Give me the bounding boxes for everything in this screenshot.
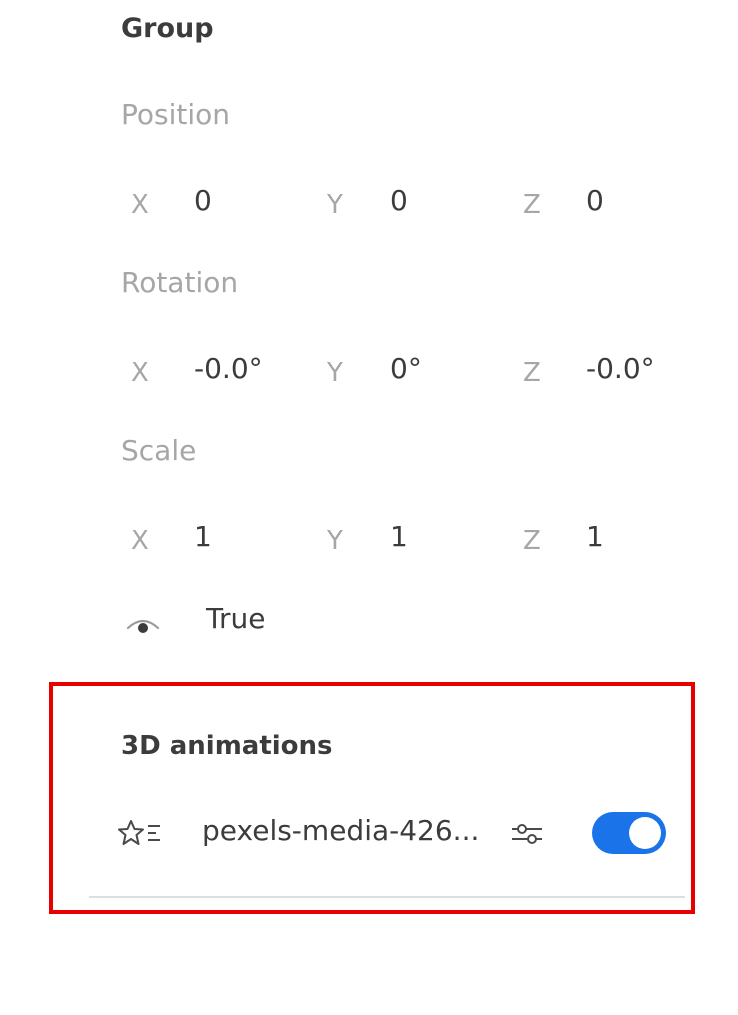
position-x-axis-label: X bbox=[131, 190, 149, 220]
rotation-y-value[interactable]: 0° bbox=[390, 352, 422, 385]
position-y-axis-label: Y bbox=[327, 190, 343, 220]
position-y-value[interactable]: 0 bbox=[390, 184, 408, 217]
star-list-icon bbox=[118, 820, 160, 845]
rotation-z-value[interactable]: -0.0° bbox=[586, 352, 655, 385]
rotation-label: Rotation bbox=[121, 266, 239, 299]
scale-x-axis-label: X bbox=[131, 526, 149, 556]
rotation-x-axis-label: X bbox=[131, 358, 149, 388]
animation-toggle[interactable] bbox=[592, 812, 666, 854]
position-x-value[interactable]: 0 bbox=[194, 184, 212, 217]
animation-item[interactable]: pexels-media-426... bbox=[118, 810, 678, 858]
rotation-y-axis-label: Y bbox=[327, 358, 343, 388]
scale-z-value[interactable]: 1 bbox=[586, 520, 604, 553]
scale-x-value[interactable]: 1 bbox=[194, 520, 212, 553]
group-title: Group bbox=[121, 13, 214, 44]
eye-icon[interactable] bbox=[126, 612, 160, 636]
toggle-knob bbox=[629, 817, 661, 849]
scale-y-value[interactable]: 1 bbox=[390, 520, 408, 553]
properties-panel: Group Position X 0 Y 0 Z 0 Rotation X -0… bbox=[0, 0, 738, 1015]
sliders-icon[interactable] bbox=[510, 820, 544, 848]
animation-name: pexels-media-426... bbox=[202, 814, 480, 847]
scale-z-axis-label: Z bbox=[523, 526, 541, 556]
visibility-row[interactable]: True bbox=[121, 602, 421, 642]
position-z-value[interactable]: 0 bbox=[586, 184, 604, 217]
rotation-x-value[interactable]: -0.0° bbox=[194, 352, 263, 385]
divider bbox=[89, 896, 685, 898]
animations-title: 3D animations bbox=[121, 731, 333, 761]
rotation-z-axis-label: Z bbox=[523, 358, 541, 388]
position-label: Position bbox=[121, 98, 231, 131]
visibility-value: True bbox=[206, 602, 266, 635]
scale-label: Scale bbox=[121, 434, 197, 467]
position-z-axis-label: Z bbox=[523, 190, 541, 220]
highlight-box bbox=[49, 682, 695, 914]
scale-y-axis-label: Y bbox=[327, 526, 343, 556]
